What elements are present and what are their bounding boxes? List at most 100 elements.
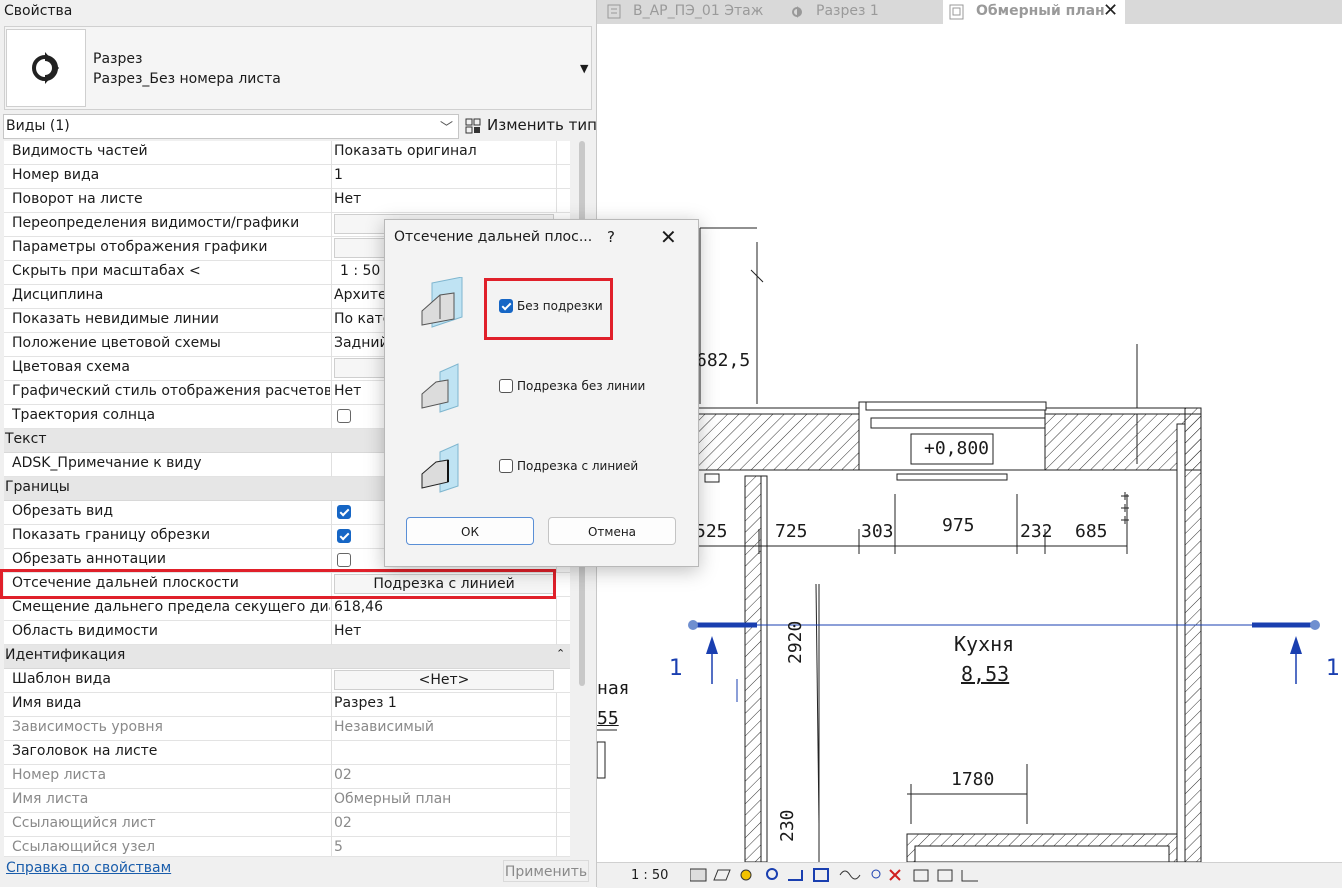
section-mark-left[interactable]: 1 xyxy=(669,656,683,681)
property-row[interactable]: Заголовок на листе xyxy=(4,741,570,765)
property-value: Обмерный план xyxy=(334,791,452,807)
close-icon[interactable]: ✕ xyxy=(660,225,677,249)
cancel-button[interactable]: Отмена xyxy=(548,517,676,545)
chevron-down-icon: ﹀ xyxy=(440,121,454,136)
temp-hide-icon xyxy=(839,870,861,880)
edit-type-icon xyxy=(465,118,481,134)
visual-style-icon xyxy=(713,869,731,881)
property-row[interactable]: Имя вида Разрез 1 xyxy=(4,693,570,717)
property-name: ADSK_Примечание к виду xyxy=(12,455,202,471)
annotation-crop-checkbox[interactable] xyxy=(337,553,351,567)
dimension-label: 2920 xyxy=(785,620,806,664)
property-value: 618,46 xyxy=(334,599,383,615)
property-name: Поворот на листе xyxy=(12,191,143,207)
clip-no-line-illustration-icon xyxy=(421,363,459,413)
edit-type-label: Изменить тип xyxy=(487,116,597,134)
property-name: Ссылающийся узел xyxy=(12,839,156,855)
section-type-icon xyxy=(6,29,86,107)
property-name: Переопределения видимости/графики xyxy=(12,215,300,231)
dimension-label: 725 xyxy=(775,521,808,542)
property-row[interactable]: Видимость частей Показать оригинал xyxy=(4,141,570,165)
dialog-help-button[interactable]: ? xyxy=(607,228,615,246)
plan-view-icon xyxy=(949,4,964,20)
clip-no-line-label: Подрезка без линии xyxy=(517,379,646,393)
property-row[interactable]: Номер вида 1 xyxy=(4,165,570,189)
analysis-icon xyxy=(937,869,953,882)
dimension-label: 232 xyxy=(1020,521,1053,542)
property-name: Видимость частей xyxy=(12,143,148,159)
property-row: Зависимость уровня Независимый xyxy=(4,717,570,741)
sun-path-icon xyxy=(740,869,752,881)
section-mark-right[interactable]: 1 xyxy=(1326,656,1340,681)
property-name: Смещение дальнего предела секущего диа..… xyxy=(12,599,330,615)
dimension-label: 525 xyxy=(695,521,728,542)
instance-filter-select[interactable] xyxy=(3,114,459,139)
instance-filter-label: Виды (1) xyxy=(6,118,70,134)
tab-survey-plan[interactable]: Обмерный план ✕ xyxy=(943,0,1125,24)
property-name: Параметры отображения графики xyxy=(12,239,268,255)
tab-section-1[interactable]: Разрез 1 xyxy=(783,0,943,24)
property-value: Независимый xyxy=(334,719,435,735)
property-name: Скрыть при масштабах < xyxy=(12,263,201,279)
property-row[interactable]: Шаблон вида <Нет> xyxy=(4,669,570,693)
crop-view-checkbox[interactable] xyxy=(337,505,351,519)
properties-help-link[interactable]: Справка по свойствам xyxy=(6,860,171,876)
property-name: Положение цветовой схемы xyxy=(12,335,221,351)
room-area: 8,53 xyxy=(961,662,1010,686)
level-tag: +0,800 xyxy=(924,438,990,459)
property-row[interactable]: Область видимости Нет xyxy=(4,621,570,645)
property-row[interactable]: Смещение дальнего предела секущего диа..… xyxy=(4,597,570,621)
constraints-icon xyxy=(961,870,978,882)
dimension-label: 303 xyxy=(861,521,894,542)
ok-button[interactable]: ОК xyxy=(406,517,534,545)
property-name: Обрезать вид xyxy=(12,503,114,519)
property-row[interactable]: Поворот на листе Нет xyxy=(4,189,570,213)
property-name: Область видимости xyxy=(12,623,158,639)
property-row: Имя листа Обмерный план xyxy=(4,789,570,813)
property-row: Ссылающийся узел 5 xyxy=(4,837,570,857)
property-name: Цветовая схема xyxy=(12,359,130,375)
room-name: Кухня xyxy=(954,632,1015,656)
collapse-icon[interactable]: ⌃ xyxy=(556,647,565,660)
tab-label: В_АР_ПЭ_01 Этаж xyxy=(633,3,764,19)
property-name: Зависимость уровня xyxy=(12,719,163,735)
property-name: Обрезать аннотации xyxy=(12,551,166,567)
apply-button[interactable]: Применить xyxy=(503,860,589,882)
property-value: Нет xyxy=(334,623,362,639)
view-template-button[interactable]: <Нет> xyxy=(334,670,554,690)
property-name: Имя вида xyxy=(12,695,82,711)
property-name: Показать невидимые линии xyxy=(12,311,219,327)
clip-no-line-checkbox[interactable] xyxy=(499,379,513,393)
show-crop-icon xyxy=(813,868,829,882)
category-header-identity[interactable]: Идентификация ⌃ xyxy=(4,645,570,669)
view-scale[interactable]: 1 : 50 xyxy=(631,868,668,883)
property-row: Ссылающийся лист 02 xyxy=(4,813,570,837)
crop-region-visible-checkbox[interactable] xyxy=(337,529,351,543)
tab-floor-plan[interactable]: В_АР_ПЭ_01 Этаж xyxy=(597,0,783,24)
clip-with-line-label: Подрезка с линией xyxy=(517,459,639,473)
clip-with-line-checkbox[interactable] xyxy=(499,459,513,473)
type-name: Разрез_Без номера листа xyxy=(93,71,281,87)
hide-elements-icon xyxy=(889,869,901,881)
property-name: Номер вида xyxy=(12,167,100,183)
dialog-title: Отсечение дальней плос... xyxy=(394,229,593,245)
close-tab-icon[interactable]: ✕ xyxy=(1103,0,1118,21)
type-selector[interactable] xyxy=(4,26,592,110)
property-name: Заголовок на листе xyxy=(12,743,158,759)
type-dropdown-arrow-icon[interactable]: ▼ xyxy=(580,62,588,75)
property-name: Ссылающийся лист xyxy=(12,815,156,831)
room-name: ная xyxy=(597,678,630,699)
dimension-label: 230 xyxy=(777,809,798,842)
crop-view-icon xyxy=(788,870,803,881)
tab-label: Разрез 1 xyxy=(816,3,879,19)
property-value: 5 xyxy=(334,839,343,855)
drawing-canvas[interactable]: 682,5 525 725 303 975 232 685 2920 1780 … xyxy=(597,24,1342,862)
property-name: Траектория солнца xyxy=(12,407,156,423)
property-value: 1 xyxy=(334,167,343,183)
property-value: Показать оригинал xyxy=(334,143,477,159)
property-value: 02 xyxy=(334,815,352,831)
sun-path-checkbox[interactable] xyxy=(337,409,351,423)
dimension-label: 682,5 xyxy=(696,350,751,371)
view-controls-icons[interactable] xyxy=(690,866,990,884)
category-label: Текст xyxy=(5,431,47,447)
